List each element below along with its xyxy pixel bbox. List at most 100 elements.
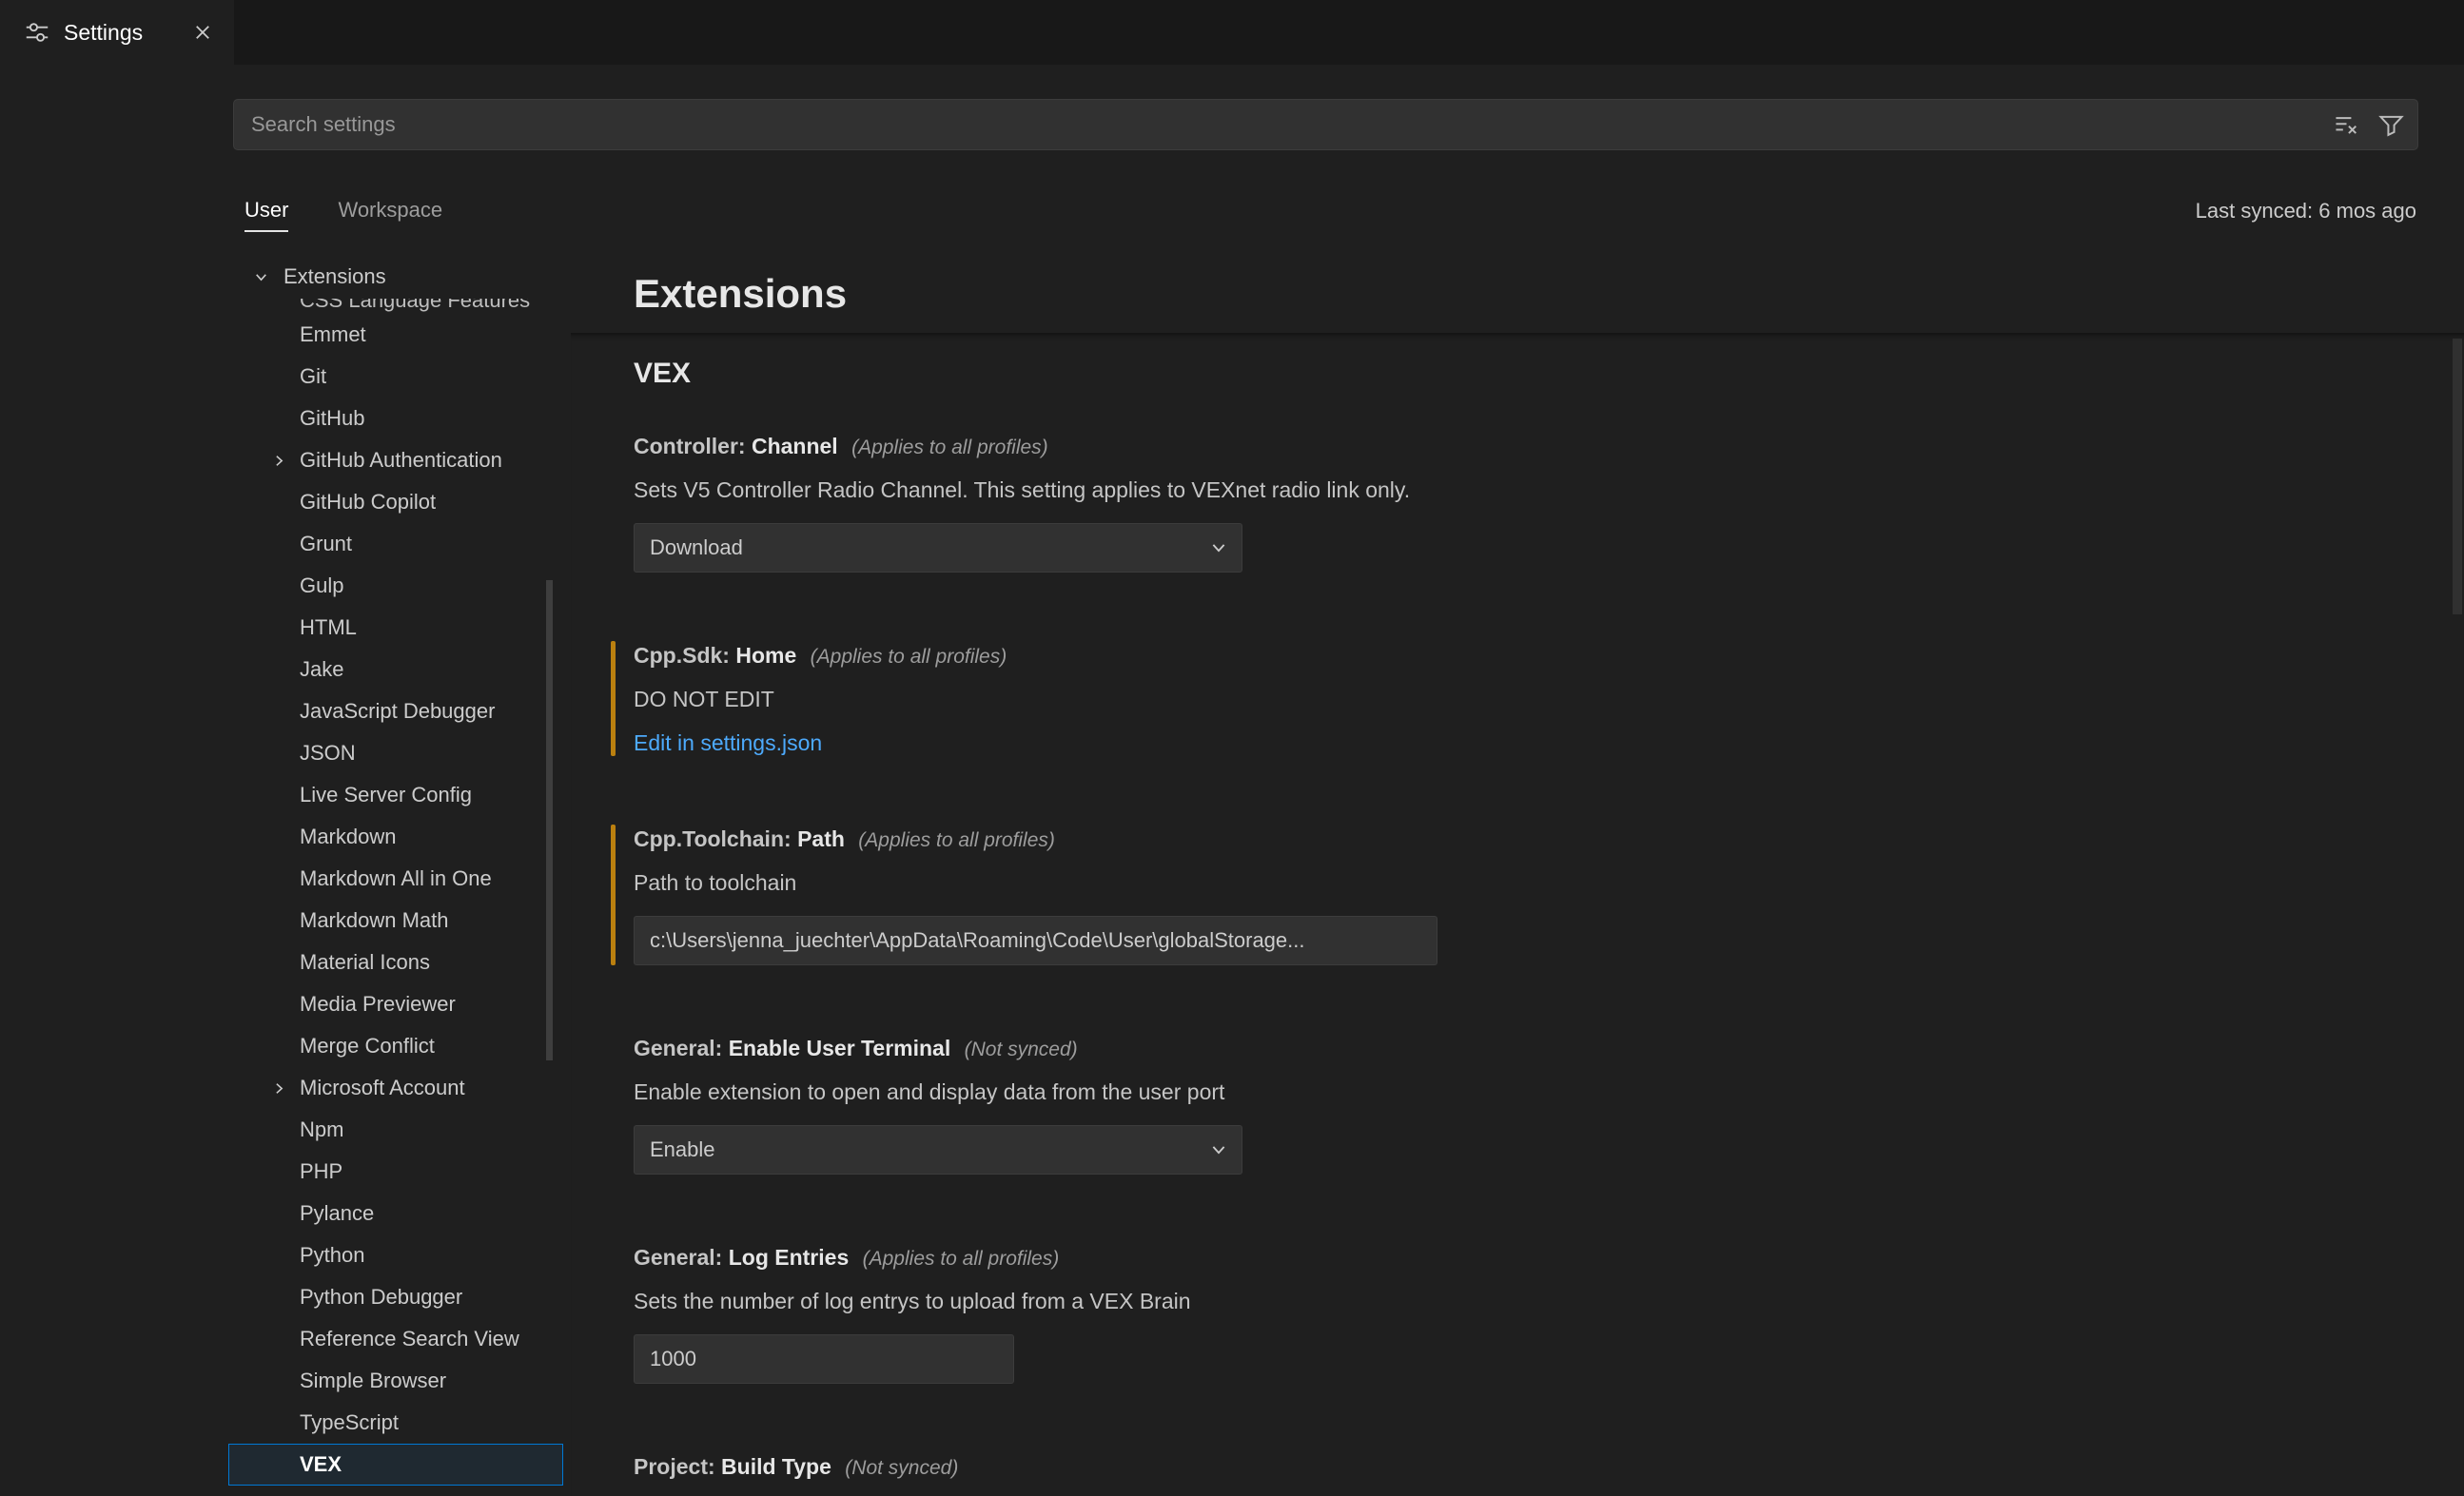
select-value: Download bbox=[650, 535, 743, 560]
page-title: Extensions bbox=[634, 271, 847, 317]
toc-item-label: VEX bbox=[300, 1452, 342, 1477]
toc-item[interactable]: VEX bbox=[228, 1444, 563, 1486]
toc-item[interactable]: Grunt bbox=[228, 523, 563, 565]
toc-item[interactable]: GitHub Copilot bbox=[228, 481, 563, 523]
setting-name: Build Type bbox=[721, 1454, 831, 1479]
toc-item-label: Markdown bbox=[300, 825, 396, 849]
toc-item-label: GitHub bbox=[300, 406, 364, 431]
chevron-down-icon bbox=[1209, 538, 1228, 557]
settings-toc: CSS Language Features Emmet Git bbox=[228, 255, 563, 1496]
setting-title: Cpp.Sdk: Home (Applies to all profiles) bbox=[634, 641, 2397, 671]
setting-name: Channel bbox=[752, 434, 838, 458]
setting-title: General: Enable User Terminal (Not synce… bbox=[634, 1034, 2397, 1064]
toc-item[interactable]: Microsoft Account bbox=[228, 1067, 563, 1109]
toc-item-label: GitHub Copilot bbox=[300, 490, 436, 515]
toc-item[interactable]: Media Previewer bbox=[228, 983, 563, 1025]
setting-scope-note: (Applies to all profiles) bbox=[811, 646, 1007, 668]
toc-item[interactable]: Markdown Math bbox=[228, 900, 563, 942]
setting-name: Path bbox=[797, 826, 845, 851]
toc-item[interactable]: Markdown bbox=[228, 816, 563, 858]
toc-item[interactable]: Simple Browser bbox=[228, 1360, 563, 1402]
toc-item-label: Pylance bbox=[300, 1201, 374, 1226]
search-actions bbox=[2334, 112, 2417, 138]
toc-item[interactable]: Merge Conflict bbox=[228, 1025, 563, 1067]
toc-item[interactable]: HTML bbox=[228, 607, 563, 649]
settings-scrollbar-thumb[interactable] bbox=[2453, 339, 2462, 614]
settings-body-header: Extensions bbox=[571, 255, 2464, 333]
setting-controller-channel: Controller: Channel (Applies to all prof… bbox=[634, 432, 2397, 573]
scope-tabs-row: User Workspace Last synced: 6 mos ago bbox=[244, 190, 2416, 232]
toc-root-label: Extensions bbox=[284, 264, 386, 289]
toc-item-label: Merge Conflict bbox=[300, 1034, 435, 1059]
toc-item[interactable]: TypeScript bbox=[228, 1402, 563, 1444]
toc-item[interactable]: Npm bbox=[228, 1109, 563, 1151]
toc-item-label: Grunt bbox=[300, 532, 352, 556]
tab-workspace[interactable]: Workspace bbox=[338, 190, 442, 232]
toc-item[interactable]: Markdown All in One bbox=[228, 858, 563, 900]
toc-item-label: Microsoft Account bbox=[300, 1076, 465, 1100]
setting-title: Cpp.Toolchain: Path (Applies to all prof… bbox=[634, 825, 2397, 855]
toc-item-label: JSON bbox=[300, 741, 356, 766]
clear-search-results-icon[interactable] bbox=[2334, 112, 2359, 138]
toc-item-label: Git bbox=[300, 364, 326, 389]
setting-project-build-type: Project: Build Type (Not synced) bbox=[634, 1452, 2397, 1483]
setting-scope-note: (Applies to all profiles) bbox=[863, 1248, 1060, 1270]
chevron-right-icon bbox=[271, 1080, 300, 1097]
log-entries-input[interactable] bbox=[634, 1334, 1014, 1384]
setting-title: Project: Build Type (Not synced) bbox=[634, 1452, 2397, 1483]
filter-icon[interactable] bbox=[2378, 112, 2404, 138]
setting-control bbox=[634, 916, 2397, 965]
toc-item-label: Markdown All in One bbox=[300, 866, 492, 891]
chevron-down-icon bbox=[1209, 1140, 1228, 1159]
edit-in-settings-json-link[interactable]: Edit in settings.json bbox=[634, 730, 822, 756]
settings-scroll-area: VEX Controller: Channel (Applies to all … bbox=[571, 333, 2464, 1496]
setting-scope-note: (Applies to all profiles) bbox=[851, 437, 1048, 458]
toc-item[interactable]: GitHub Authentication bbox=[228, 439, 563, 481]
toc-item[interactable]: Gulp bbox=[228, 565, 563, 607]
toc-item[interactable]: Jake bbox=[228, 649, 563, 690]
setting-control bbox=[634, 1334, 2397, 1384]
close-tab-icon[interactable] bbox=[186, 16, 219, 49]
setting-scope-note: (Applies to all profiles) bbox=[858, 829, 1055, 851]
toc-item[interactable]: Python bbox=[228, 1234, 563, 1276]
setting-category: Cpp.Toolchain: bbox=[634, 826, 792, 851]
setting-cpp-toolchain-path: Cpp.Toolchain: Path (Applies to all prof… bbox=[634, 825, 2397, 965]
setting-category: Controller: bbox=[634, 434, 746, 458]
toc-item[interactable]: GitHub bbox=[228, 398, 563, 439]
enable-user-terminal-select[interactable]: Enable bbox=[634, 1125, 1242, 1175]
toc-item[interactable]: Git bbox=[228, 356, 563, 398]
toolchain-path-input[interactable] bbox=[634, 916, 1437, 965]
toc-item-label: PHP bbox=[300, 1159, 342, 1184]
extension-section-heading: VEX bbox=[634, 358, 2397, 390]
setting-name: Log Entries bbox=[729, 1245, 850, 1270]
setting-scope-note: (Not synced) bbox=[965, 1039, 1078, 1060]
toc-root-extensions[interactable]: Extensions bbox=[228, 255, 563, 299]
setting-name: Home bbox=[735, 643, 796, 668]
setting-control: Enable bbox=[634, 1125, 2397, 1175]
toc-item-label: HTML bbox=[300, 615, 357, 640]
setting-log-entries: General: Log Entries (Applies to all pro… bbox=[634, 1243, 2397, 1384]
toc-item[interactable]: Reference Search View bbox=[228, 1318, 563, 1360]
controller-channel-select[interactable]: Download bbox=[634, 523, 1242, 573]
toc-item[interactable]: JavaScript Debugger bbox=[228, 690, 563, 732]
settings-editor: Settings bbox=[0, 0, 2464, 1496]
select-value: Enable bbox=[650, 1137, 715, 1162]
toc-item[interactable]: Pylance bbox=[228, 1193, 563, 1234]
setting-category: Project: bbox=[634, 1454, 715, 1479]
toc-item-label: TypeScript bbox=[300, 1410, 399, 1435]
toc-item[interactable]: Live Server Config bbox=[228, 774, 563, 816]
toc-item[interactable]: Python Debugger bbox=[228, 1276, 563, 1318]
tab-workspace-label: Workspace bbox=[338, 198, 442, 223]
toc-item-label: Material Icons bbox=[300, 950, 430, 975]
search-input[interactable] bbox=[234, 100, 2334, 149]
tab-user[interactable]: User bbox=[244, 190, 288, 232]
editor-tab-strip: Settings bbox=[0, 0, 2464, 65]
setting-enable-user-terminal: General: Enable User Terminal (Not synce… bbox=[634, 1034, 2397, 1175]
toc-item[interactable]: PHP bbox=[228, 1151, 563, 1193]
toc-item[interactable]: Material Icons bbox=[228, 942, 563, 983]
toc-item[interactable]: JSON bbox=[228, 732, 563, 774]
chevron-right-icon bbox=[271, 453, 300, 469]
toc-scrollbar-thumb[interactable] bbox=[546, 580, 553, 1060]
toc-list: CSS Language Features Emmet Git bbox=[228, 314, 563, 1486]
settings-editor-tab[interactable]: Settings bbox=[0, 0, 234, 65]
